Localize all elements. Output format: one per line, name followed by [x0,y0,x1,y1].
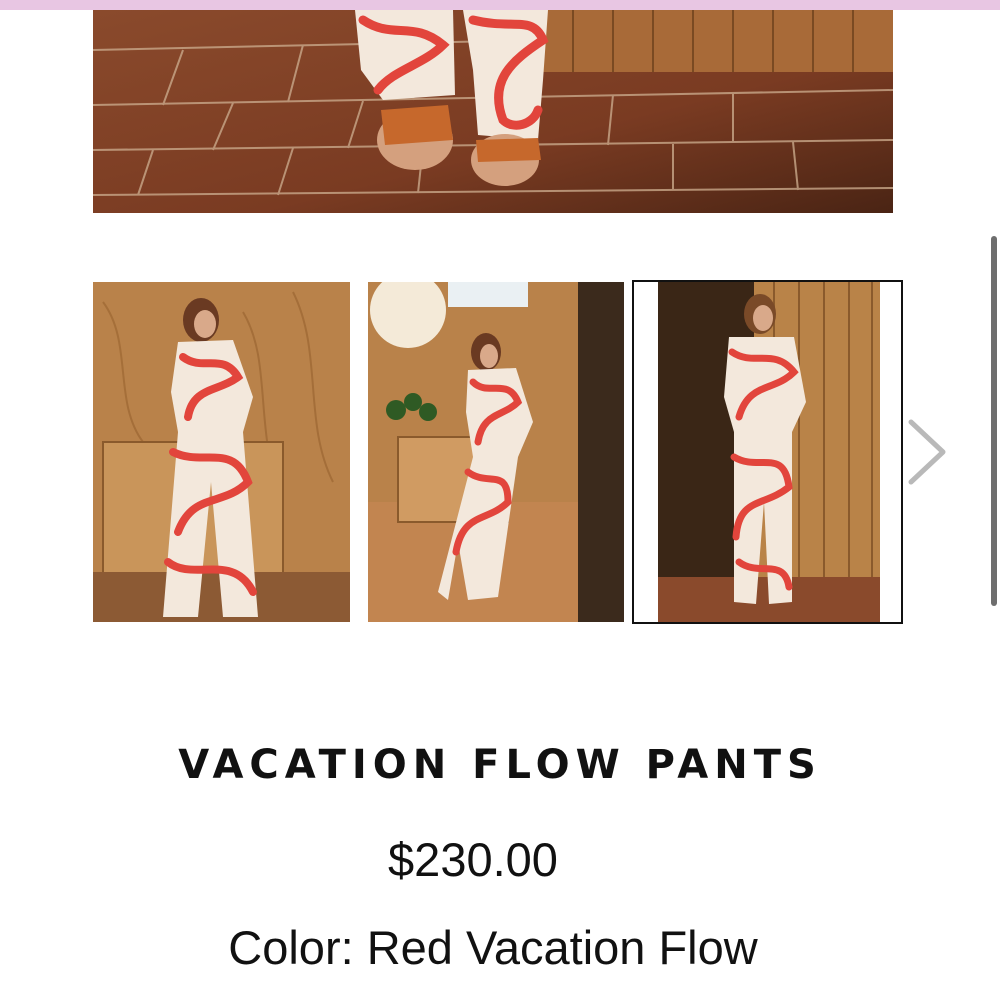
thumbnail-2[interactable] [368,282,624,622]
top-accent-bar [0,0,1000,10]
product-title: VACATION FLOW PANTS [178,742,822,788]
color-label: Color: [228,921,354,974]
main-product-image[interactable] [93,10,893,213]
thumbnail-1[interactable] [93,282,350,622]
product-price: $230.00 [388,833,558,886]
product-color: Color: Red Vacation Flow [0,920,986,975]
color-value: Red Vacation Flow [366,921,758,974]
gallery-next-button[interactable] [905,418,949,486]
thumbnail-3[interactable] [632,280,903,624]
chevron-right-icon [908,419,946,485]
page-scrollbar[interactable] [991,236,997,606]
